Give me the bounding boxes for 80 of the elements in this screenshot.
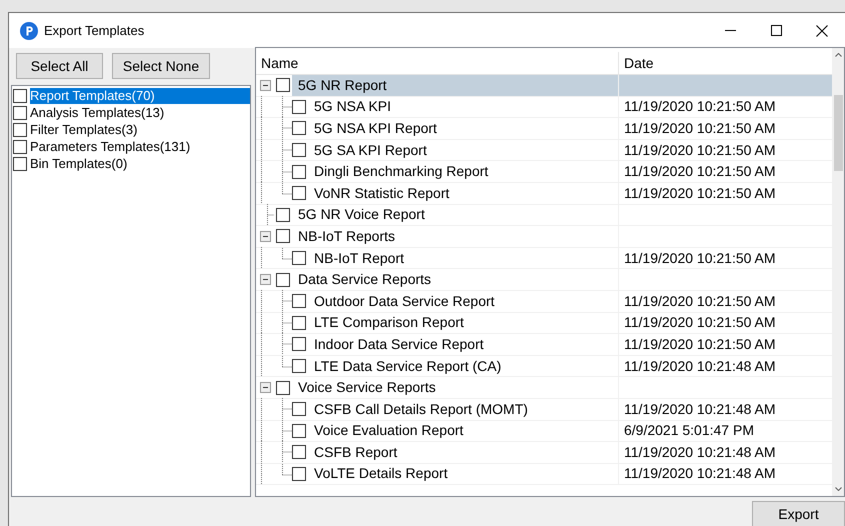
tree-item[interactable]: CSFB Call Details Report (MOMT) (308, 398, 618, 420)
date-cell-text: 11/19/2020 10:21:50 AM (623, 334, 777, 354)
checkbox[interactable] (292, 445, 306, 460)
tree-item[interactable]: 5G SA KPI Report (308, 140, 618, 160)
select-button[interactable]: Select None (112, 53, 210, 79)
date-cell-text: 6/9/2021 5:01:47 PM (623, 421, 755, 440)
checkbox[interactable] (276, 229, 290, 244)
checkbox[interactable] (13, 122, 27, 136)
date-cell-text: 11/19/2020 10:21:50 AM (623, 248, 777, 268)
date-cell-text: 11/19/2020 10:21:50 AM (623, 184, 777, 203)
tree-item[interactable]: Voice Service Reports (292, 377, 618, 398)
checkbox[interactable] (276, 208, 290, 222)
checkbox[interactable] (276, 272, 290, 287)
tree-item[interactable]: CSFB Report (308, 442, 618, 463)
select-button[interactable]: Select All (16, 53, 103, 79)
tree-item[interactable]: VoLTE Details Report (308, 464, 618, 484)
checkbox[interactable] (13, 106, 27, 120)
date-cell-text: 11/19/2020 10:21:50 AM (623, 162, 777, 182)
scrollbar[interactable] (832, 48, 844, 496)
minimize-icon (724, 30, 736, 32)
tree-item[interactable]: Indoor Data Service Report (308, 334, 618, 355)
date-cell-text: 11/19/2020 10:21:50 AM (623, 140, 777, 160)
collapse-icon[interactable] (260, 80, 270, 91)
checkbox[interactable] (292, 337, 306, 352)
category-item[interactable]: Filter Templates(3) (30, 122, 142, 138)
scroll-down-icon[interactable] (834, 487, 842, 491)
checkbox[interactable] (13, 88, 27, 102)
tree-item[interactable]: 5G NSA KPI Report (308, 118, 618, 139)
tree-item[interactable]: LTE Data Service Report (CA) (308, 356, 618, 376)
checkbox[interactable] (276, 380, 290, 395)
date-cell-text: 11/19/2020 10:21:50 AM (623, 292, 777, 311)
checkbox[interactable] (276, 78, 290, 92)
tree-item[interactable]: Dingli Benchmarking Report (308, 161, 618, 182)
date-cell-text: 11/19/2020 10:21:48 AM (623, 356, 777, 376)
date-cell-text: 11/19/2020 10:21:48 AM (623, 464, 777, 484)
column-header[interactable]: Name (256, 52, 619, 74)
checkbox[interactable] (292, 251, 306, 266)
maximize-icon (770, 25, 782, 36)
category-item[interactable]: Bin Templates(0) (30, 156, 132, 172)
checkbox[interactable] (13, 156, 27, 170)
tree-item[interactable]: Outdoor Data Service Report (308, 290, 618, 312)
close-icon (816, 24, 828, 36)
scrollbar-thumb[interactable] (834, 95, 842, 171)
date-cell-text: 11/19/2020 10:21:50 AM (623, 313, 777, 332)
tree-item[interactable]: NB-IoT Reports (292, 226, 618, 247)
category-item[interactable]: Parameters Templates(131) (30, 138, 194, 154)
tree-item[interactable]: 5G NR Voice Report (292, 204, 618, 226)
checkbox[interactable] (292, 466, 306, 481)
date-cell-text: 11/19/2020 10:21:48 AM (623, 400, 777, 419)
date-cell-text: 11/19/2020 10:21:50 AM (623, 118, 777, 138)
tree-item[interactable]: NB-IoT Report (308, 248, 618, 268)
collapse-icon[interactable] (260, 382, 270, 394)
export-button[interactable]: Export (752, 501, 845, 526)
checkbox[interactable] (292, 143, 306, 158)
date-cell-text: 11/19/2020 10:21:50 AM (623, 97, 777, 116)
tree-item[interactable]: Data Service Reports (292, 269, 618, 290)
checkbox[interactable] (292, 402, 306, 416)
window-title: Export Templates (44, 22, 144, 40)
checkbox[interactable] (292, 186, 306, 200)
tree-item[interactable]: LTE Comparison Report (308, 312, 618, 334)
checkbox[interactable] (292, 424, 306, 438)
column-header[interactable]: Date (619, 52, 832, 74)
app-logo-icon (20, 22, 38, 40)
checkbox[interactable] (292, 164, 306, 179)
scroll-up-icon[interactable] (834, 53, 842, 57)
checkbox[interactable] (292, 294, 306, 308)
collapse-icon[interactable] (260, 230, 270, 242)
checkbox[interactable] (292, 121, 306, 136)
collapse-icon[interactable] (260, 274, 270, 286)
checkbox[interactable] (292, 100, 306, 114)
checkbox[interactable] (292, 316, 306, 330)
category-item[interactable]: Analysis Templates(13) (30, 104, 168, 120)
checkbox[interactable] (292, 359, 306, 374)
checkbox[interactable] (13, 140, 27, 154)
date-cell-text: 11/19/2020 10:21:48 AM (623, 442, 777, 462)
tree-item[interactable]: Voice Evaluation Report (308, 420, 618, 442)
tree-item[interactable]: 5G NSA KPI (308, 96, 618, 118)
category-item[interactable]: Report Templates(70) (30, 88, 250, 104)
tree-item[interactable]: 5G NR Report (292, 75, 618, 96)
tree-item[interactable]: VoNR Statistic Report (308, 182, 618, 204)
